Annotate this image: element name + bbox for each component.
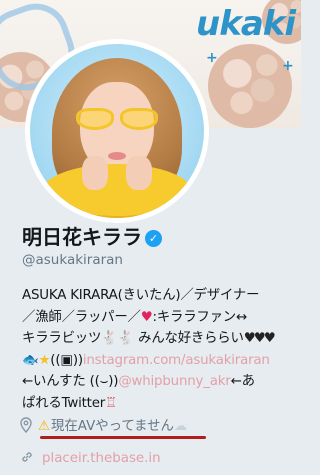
bio-line: ／漁師／ラッパー／♥:キララファン↔ xyxy=(22,307,294,329)
avatar[interactable] xyxy=(25,39,209,223)
map-pin-icon xyxy=(20,417,32,433)
bio-line: ASUKA KIRARA(きいたん)／デザイナー xyxy=(22,288,260,303)
bio-line: ぱれるTwitter♖ xyxy=(22,393,294,415)
rabbit-icon: 🐇🐇 xyxy=(101,331,135,346)
star-icon: ★ xyxy=(38,352,51,368)
profile-website[interactable]: placeir.thebase.in xyxy=(20,448,161,470)
profile-bio: ASUKA KIRARA(きいたん)／デザイナー ／漁師／ラッパー／♥:キララフ… xyxy=(22,285,294,414)
red-underline xyxy=(40,436,206,439)
fish-icon: 🐟 xyxy=(22,352,39,368)
bio-text: ぱれるTwitter xyxy=(22,395,106,411)
gift-icon: ♖ xyxy=(105,395,117,411)
bio-text: ／漁師／ラッパー／ xyxy=(22,309,141,325)
cloud-icon: ☁ xyxy=(173,419,188,434)
location-text: 現在AVやってません xyxy=(51,419,174,434)
link-icon xyxy=(22,452,32,462)
profile-page: + + ukaki 明日花キララ ✓ @asukakiraran ASUKA KI… xyxy=(0,0,301,475)
verified-badge-icon: ✓ xyxy=(145,230,162,247)
bio-line: ←いんすた ((⌣))@whipbunny_akr←あ xyxy=(22,374,255,389)
bunny-ears-icon: ⌣ xyxy=(99,374,109,389)
banner-decoration: + xyxy=(282,58,294,74)
bio-line: キララビッツ🐇🐇 みんな好きららい♥♥♥ xyxy=(22,328,294,350)
bio-text: ←いんすた (( xyxy=(22,374,100,389)
bio-text: (( xyxy=(50,352,61,368)
warning-icon: ⚠ xyxy=(38,419,51,434)
avatar-photo xyxy=(30,44,204,218)
camera-icon: ▣ xyxy=(60,352,73,368)
bio-line: 🐟★((▣))instagram.com/asukakiraran xyxy=(22,352,270,368)
display-name: 明日花キララ ✓ xyxy=(22,224,162,250)
banner-decoration: + xyxy=(206,50,218,66)
profile-location: ⚠現在AVやってません☁ xyxy=(20,416,280,438)
whipbunny-link[interactable]: @whipbunny_akr xyxy=(118,374,230,389)
heart-icon: ♥ xyxy=(140,309,153,325)
bio-text: :キララファン↔ xyxy=(152,309,248,325)
banner-title: ukaki xyxy=(196,4,296,44)
banner-decoration xyxy=(208,44,292,128)
user-handle: @asukakiraran xyxy=(22,252,123,268)
black-hearts-icon: ♥♥♥ xyxy=(243,331,276,346)
instagram-link[interactable]: instagram.com/asukakiraran xyxy=(83,353,270,368)
bio-text: みんな好きららい xyxy=(134,331,244,346)
bio-text: ←あ xyxy=(230,374,255,389)
display-name-text: 明日花キララ xyxy=(22,225,142,249)
website-link[interactable]: placeir.thebase.in xyxy=(42,451,161,466)
bio-text: キララビッツ xyxy=(22,331,102,346)
